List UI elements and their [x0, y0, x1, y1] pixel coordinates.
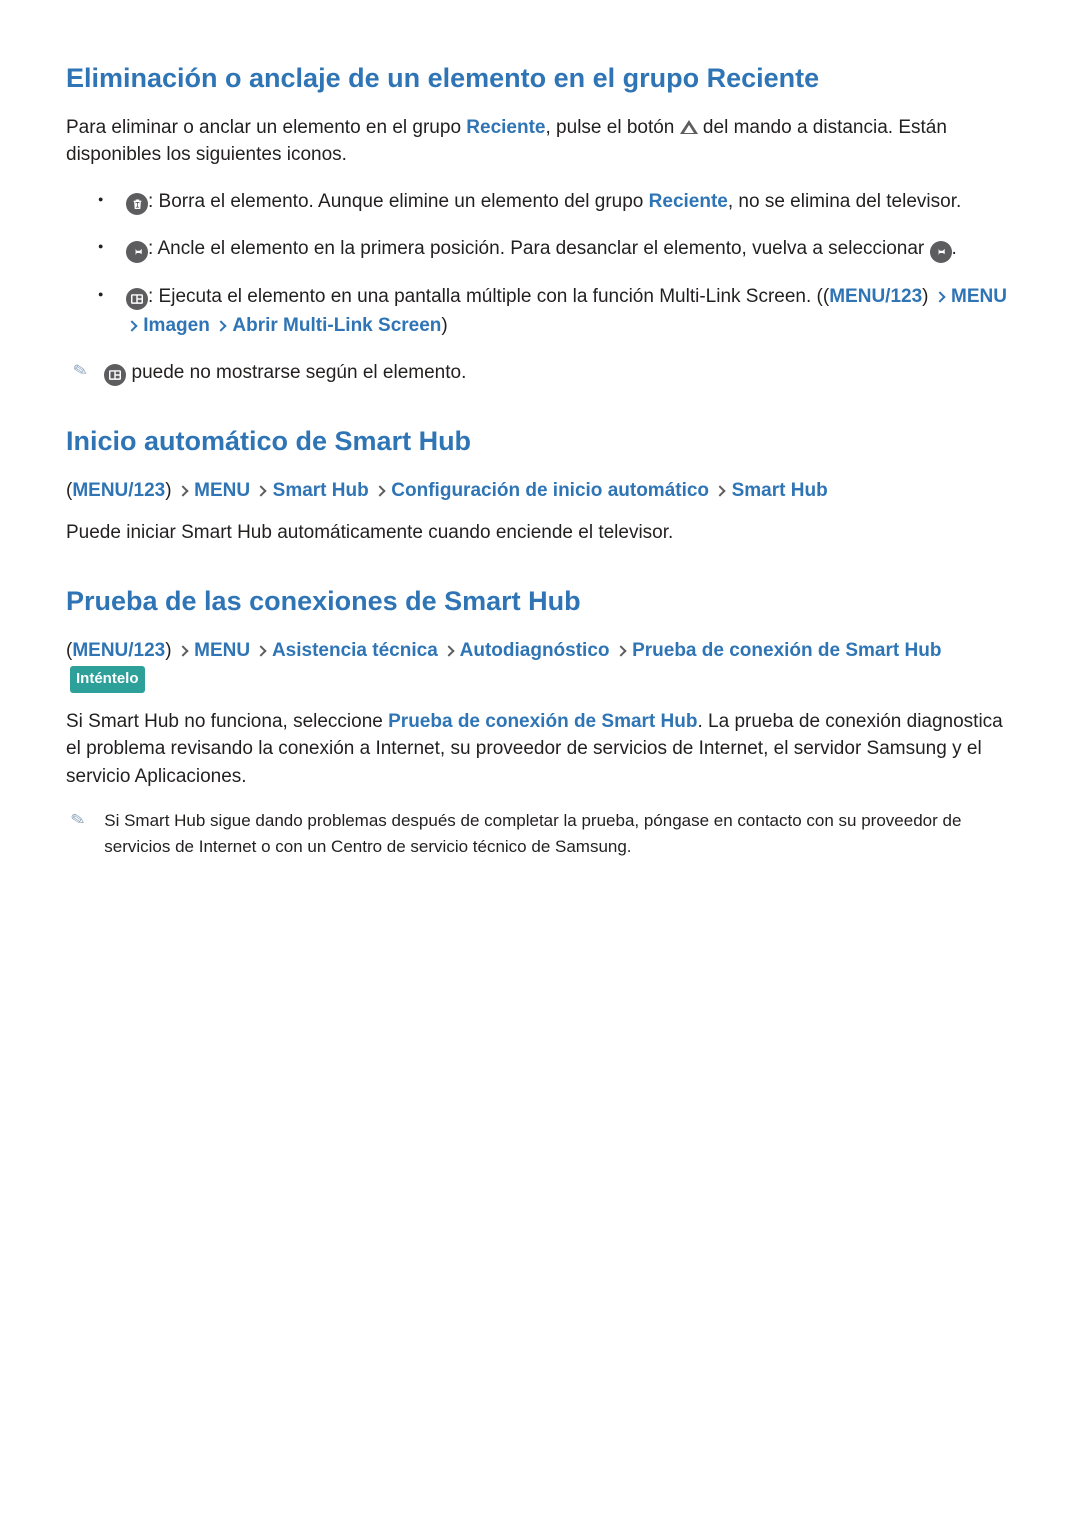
pencil-icon: ✎ — [69, 809, 93, 860]
breadcrumb-segment: Autodiagnóstico — [460, 640, 610, 661]
breadcrumb-segment: MENU/123 — [72, 640, 165, 661]
text: ) — [165, 640, 171, 661]
section-connection-test: Prueba de las conexiones de Smart Hub (M… — [66, 585, 1014, 859]
breadcrumb-segment: Imagen — [143, 315, 210, 336]
section-recent-group: Eliminación o anclaje de un elemento en … — [66, 62, 1014, 387]
breadcrumb-segment: MENU — [194, 640, 250, 661]
intro-paragraph: Para eliminar o anclar un elemento en el… — [66, 114, 1014, 169]
text: : Ancle el elemento en la primera posici… — [148, 238, 930, 259]
breadcrumb-segment: Smart Hub — [732, 480, 828, 501]
text: Para eliminar o anclar un elemento en el… — [66, 117, 466, 138]
icon-list: : Borra el elemento. Aunque elimine un e… — [66, 187, 1014, 341]
document-page: Eliminación o anclaje de un elemento en … — [0, 0, 1080, 1527]
chevron-right-icon — [374, 485, 385, 496]
breadcrumb: (MENU/123) MENU Asistencia técnica Autod… — [66, 637, 1014, 694]
breadcrumb: (MENU/123) MENU Smart Hub Configuración … — [66, 477, 1014, 506]
breadcrumb-segment: MENU/123 — [72, 480, 165, 501]
pin-icon — [930, 241, 952, 263]
breadcrumb-segment: Prueba de conexión de Smart Hub — [632, 640, 941, 661]
list-item: : Ejecuta el elemento en una pantalla mú… — [98, 282, 1014, 341]
chevron-right-icon — [443, 645, 454, 656]
list-item: : Borra el elemento. Aunque elimine un e… — [98, 187, 1014, 216]
text: : Ejecuta el elemento en una pantalla mú… — [148, 286, 823, 307]
breadcrumb-segment: Smart Hub — [273, 480, 369, 501]
text: ) — [922, 286, 928, 307]
section-title: Eliminación o anclaje de un elemento en … — [66, 62, 1014, 96]
section-title: Inicio automático de Smart Hub — [66, 425, 1014, 459]
chevron-right-icon — [615, 645, 626, 656]
chevron-right-icon — [215, 320, 226, 331]
text: . — [952, 238, 957, 259]
keyword-recent: Reciente — [649, 191, 728, 212]
body-paragraph: Puede iniciar Smart Hub automáticamente … — [66, 519, 1014, 547]
breadcrumb-segment: MENU — [194, 480, 250, 501]
multiscreen-icon — [104, 364, 126, 386]
text: ) — [165, 480, 171, 501]
chevron-right-icon — [256, 485, 267, 496]
breadcrumb-segment: MENU/123 — [829, 286, 922, 307]
breadcrumb-segment: Asistencia técnica — [272, 640, 438, 661]
note-text: puede no mostrarse según el elemento. — [104, 359, 466, 388]
trash-icon — [126, 193, 148, 215]
section-title: Prueba de las conexiones de Smart Hub — [66, 585, 1014, 619]
breadcrumb-segment: Configuración de inicio automático — [391, 480, 709, 501]
keyword: Prueba de conexión de Smart Hub — [388, 711, 697, 732]
chevron-right-icon — [126, 320, 137, 331]
chevron-right-icon — [256, 645, 267, 656]
text: ) — [441, 315, 447, 336]
text: puede no mostrarse según el elemento. — [126, 362, 466, 383]
section-auto-start: Inicio automático de Smart Hub (MENU/123… — [66, 425, 1014, 547]
chevron-right-icon — [177, 645, 188, 656]
text: : Borra el elemento. Aunque elimine un e… — [148, 191, 649, 212]
list-item: : Ancle el elemento en la primera posici… — [98, 234, 1014, 263]
note: ✎ Si Smart Hub sigue dando problemas des… — [66, 808, 1014, 859]
up-arrow-icon — [680, 120, 698, 134]
text: , no se elimina del televisor. — [728, 191, 961, 212]
chevron-right-icon — [715, 485, 726, 496]
note: ✎ puede no mostrarse según el elemento. — [66, 359, 1014, 388]
text: , pulse el botón — [546, 117, 680, 138]
breadcrumb-segment: MENU — [951, 286, 1007, 307]
body-paragraph: Si Smart Hub no funciona, seleccione Pru… — [66, 708, 1014, 791]
note-text: Si Smart Hub sigue dando problemas despu… — [104, 808, 1014, 859]
breadcrumb-segment: Abrir Multi-Link Screen — [232, 315, 441, 336]
chevron-right-icon — [934, 291, 945, 302]
chevron-right-icon — [177, 485, 188, 496]
pencil-icon: ✎ — [71, 359, 90, 388]
text: Si Smart Hub no funciona, seleccione — [66, 711, 388, 732]
multiscreen-icon — [126, 288, 148, 310]
try-now-button[interactable]: Inténtelo — [70, 666, 145, 693]
keyword-recent: Reciente — [466, 117, 545, 138]
pin-icon — [126, 241, 148, 263]
